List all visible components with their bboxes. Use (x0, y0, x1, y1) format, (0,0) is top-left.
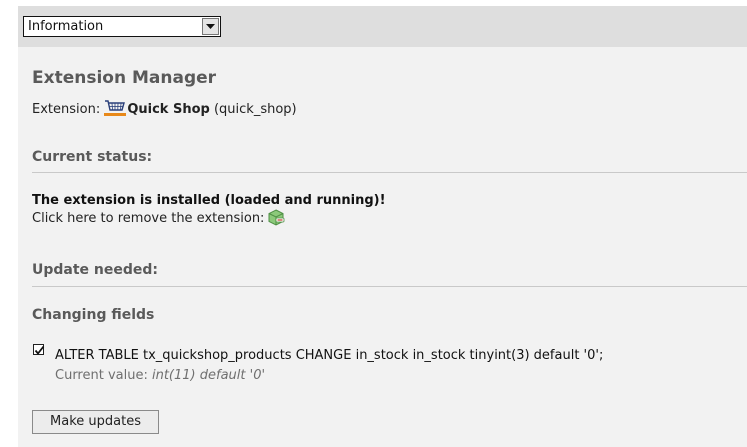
remove-extension-line: Click here to remove the extension: (32, 209, 285, 226)
extension-line: Extension: Quick Shop (quick_shop) (32, 99, 297, 117)
update-statement-checkbox[interactable] (33, 344, 45, 355)
extension-label: Extension: (32, 102, 105, 117)
current-value-label: Current value: (55, 368, 152, 383)
extension-key: (quick_shop) (209, 102, 297, 117)
current-status-heading: Current status: (32, 149, 153, 165)
extension-manager-frame: Information Extension Manager Extension:… (18, 6, 747, 447)
function-menu-dropdown-button[interactable] (202, 18, 219, 35)
divider (32, 172, 747, 173)
installed-message: The extension is installed (loaded and r… (32, 193, 386, 208)
function-menu-selected-value: Information (28, 19, 104, 34)
changing-fields-heading: Changing fields (32, 307, 155, 323)
remove-extension-icon[interactable] (267, 209, 285, 226)
function-menu-select[interactable]: Information (23, 16, 221, 37)
divider (32, 286, 747, 287)
function-menu-bar: Information (18, 6, 747, 47)
current-value-line: Current value: int(11) default '0' (55, 368, 265, 383)
extension-name: Quick Shop (127, 102, 210, 117)
current-value: int(11) default '0' (151, 368, 266, 383)
checkmark-icon (34, 345, 45, 355)
chevron-down-icon (206, 24, 215, 29)
remove-prompt: Click here to remove the extension: (32, 211, 265, 226)
update-needed-heading: Update needed: (32, 262, 159, 278)
make-updates-button[interactable]: Make updates (32, 410, 159, 434)
page-title: Extension Manager (32, 68, 217, 88)
sql-statement: ALTER TABLE tx_quickshop_products CHANGE… (55, 348, 604, 363)
shopping-cart-icon (104, 100, 127, 116)
